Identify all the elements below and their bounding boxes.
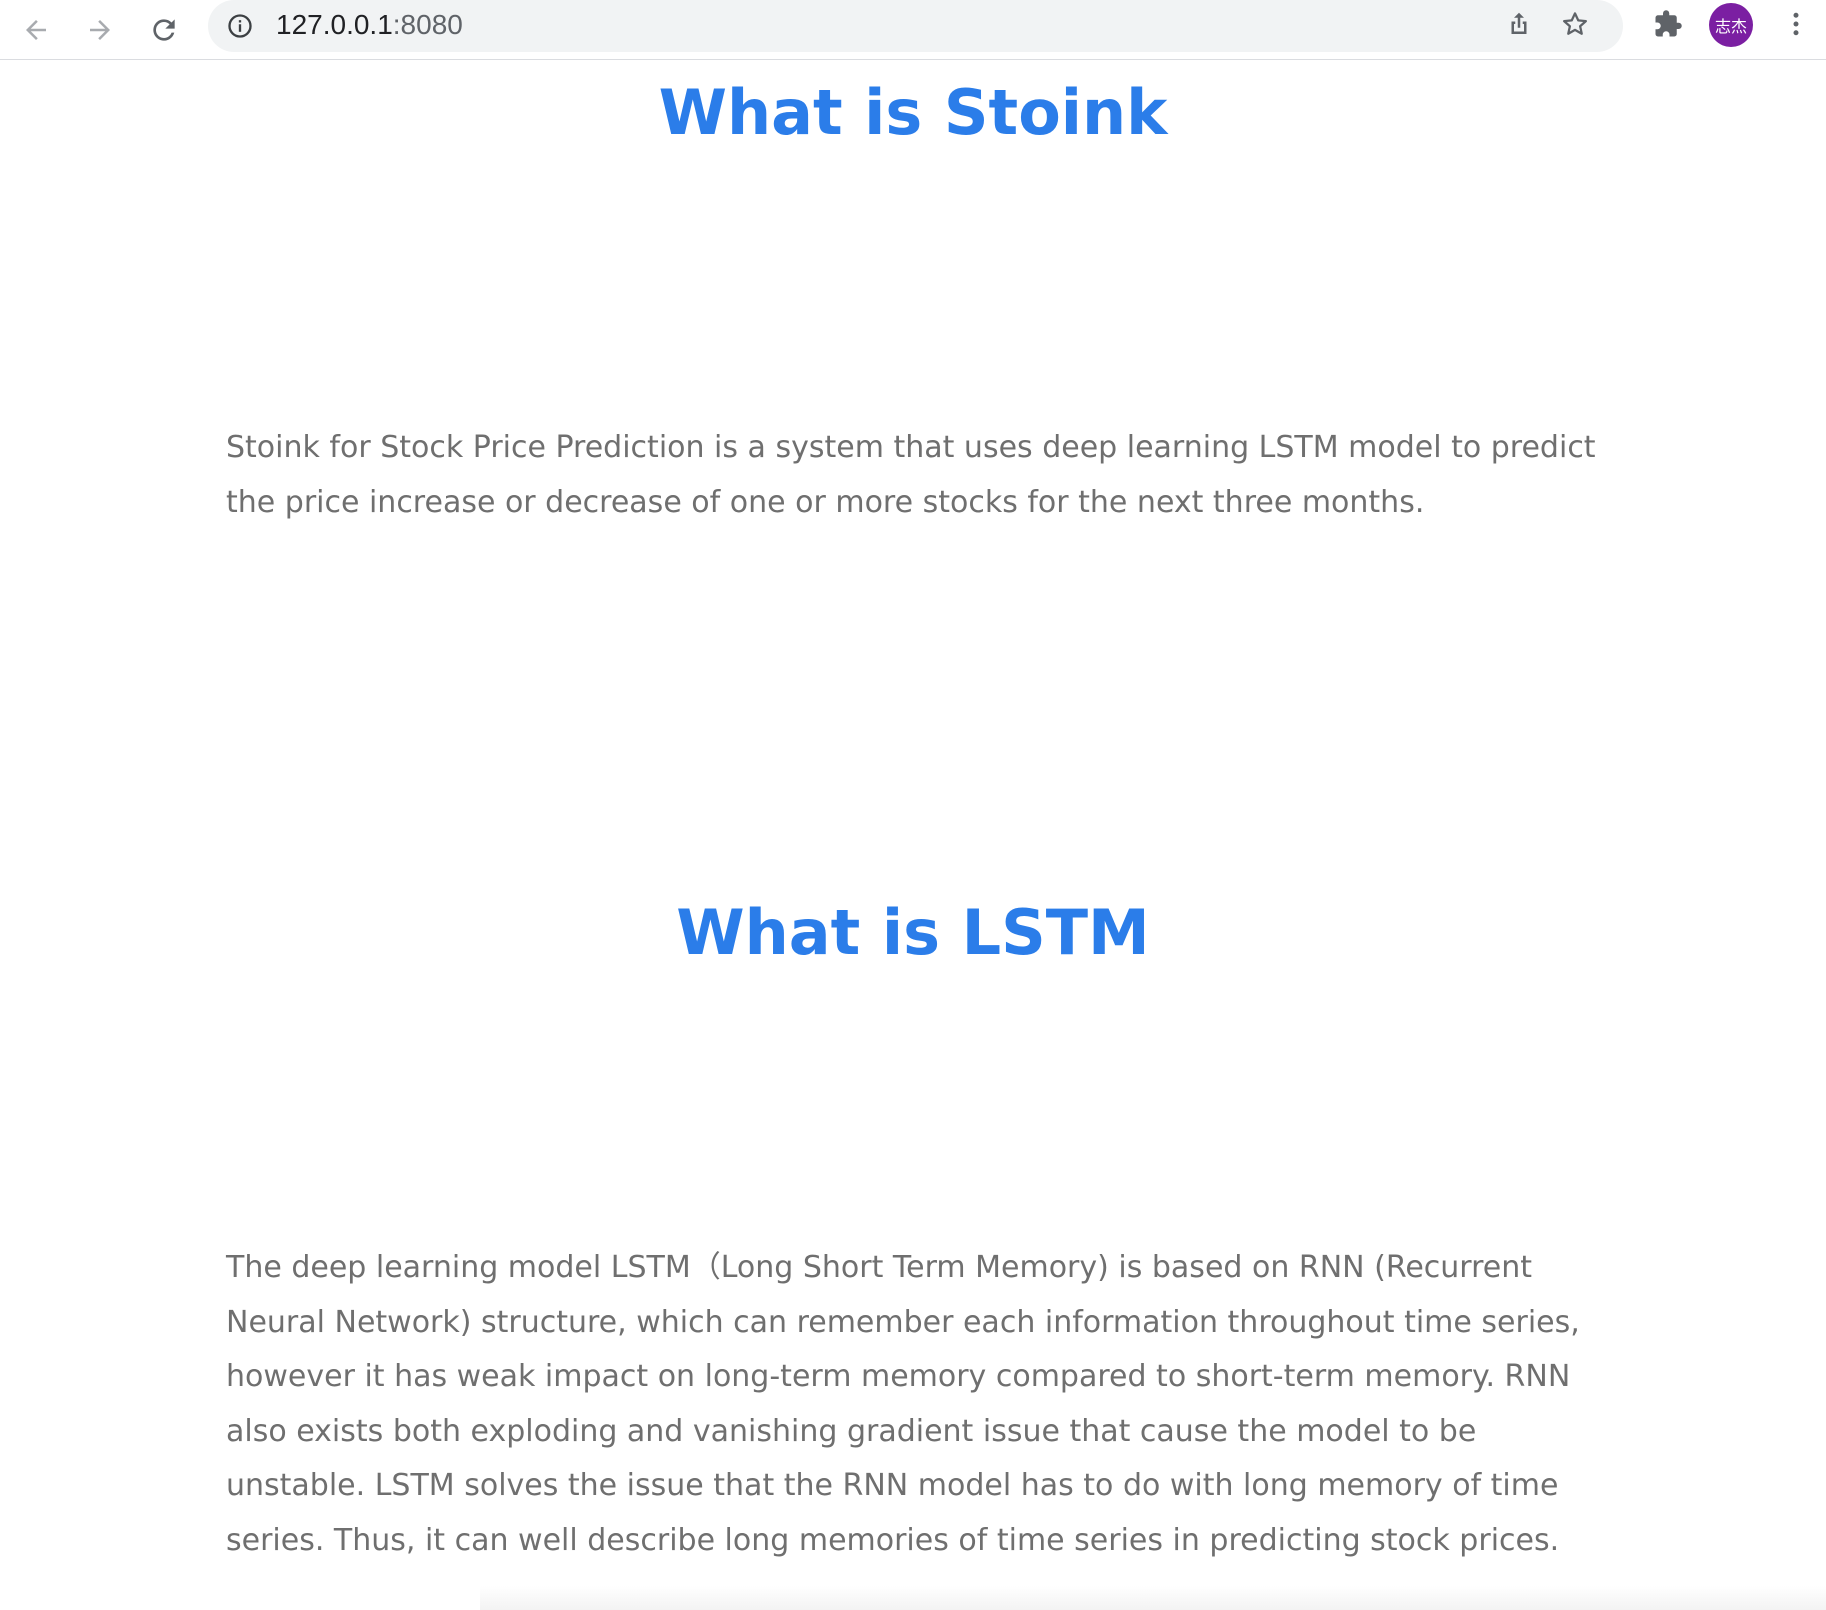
lstm-heading: What is LSTM: [676, 896, 1150, 969]
stoink-heading: What is Stoink: [658, 76, 1168, 149]
extensions-button[interactable]: [1644, 0, 1692, 48]
info-icon[interactable]: [226, 12, 254, 40]
back-button[interactable]: [12, 6, 60, 54]
share-button[interactable]: [1495, 2, 1543, 50]
reload-icon: [148, 14, 180, 46]
forward-button[interactable]: [76, 6, 124, 54]
bookmark-button[interactable]: [1551, 2, 1599, 50]
lstm-description: The deep learning model LSTM（Long Short …: [226, 1250, 1580, 1558]
url-port: :8080: [392, 9, 463, 40]
star-icon: [1560, 9, 1590, 43]
url-text[interactable]: 127.0.0.1:8080: [276, 0, 463, 52]
stoink-description: Stoink for Stock Price Prediction is a s…: [226, 430, 1596, 520]
page-content: What is Stoink Stoink for Stock Price Pr…: [0, 60, 1826, 1610]
url-host: 127.0.0.1: [276, 9, 393, 40]
reload-button[interactable]: [140, 6, 188, 54]
arrow-left-icon: [21, 15, 51, 45]
browser-menu-button[interactable]: [1772, 0, 1820, 48]
more-vert-icon: [1781, 9, 1811, 39]
profile-avatar[interactable]: 志杰: [1709, 3, 1753, 47]
browser-toolbar: 127.0.0.1:8080 志杰: [0, 0, 1826, 60]
bottom-shadow: [480, 1586, 1826, 1610]
address-bar[interactable]: 127.0.0.1:8080: [208, 0, 1623, 52]
puzzle-icon: [1653, 9, 1683, 39]
share-icon: [1504, 9, 1534, 43]
arrow-right-icon: [85, 15, 115, 45]
